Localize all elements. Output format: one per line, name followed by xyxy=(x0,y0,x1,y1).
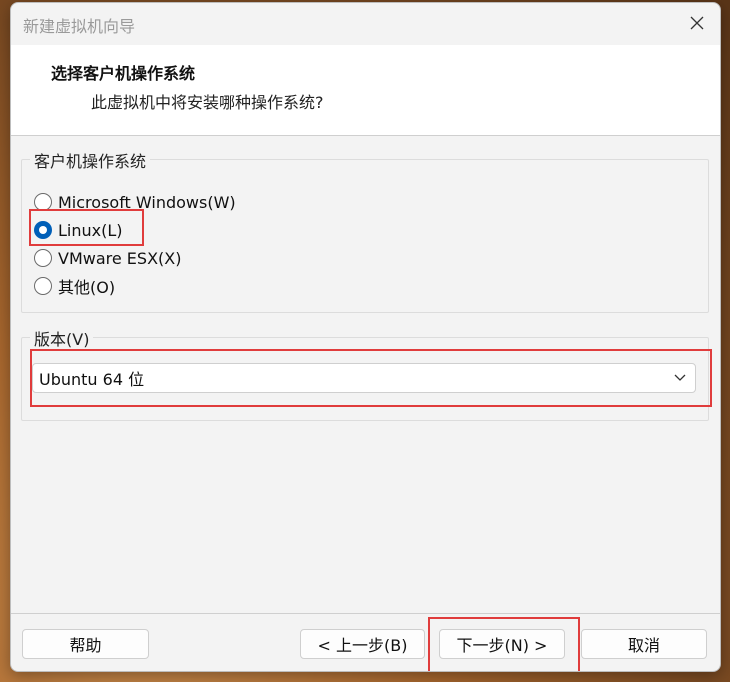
help-button[interactable]: 帮助 xyxy=(22,629,149,659)
version-legend: 版本(V) xyxy=(30,326,94,350)
close-button[interactable] xyxy=(674,3,720,43)
version-select[interactable]: Ubuntu 64 位 xyxy=(32,363,696,393)
radio-label-esx: VMware ESX(X) xyxy=(58,248,182,268)
radio-button-windows[interactable] xyxy=(34,193,52,211)
radio-button-esx[interactable] xyxy=(34,249,52,267)
radio-dot xyxy=(39,226,47,234)
radio-label-windows: Microsoft Windows(W) xyxy=(58,192,236,212)
page-title: 选择客户机操作系统 xyxy=(51,64,196,83)
back-button[interactable]: < 上一步(B) xyxy=(300,629,425,659)
title-bar: 新建虚拟机向导 xyxy=(11,3,720,43)
next-button[interactable]: 下一步(N) > xyxy=(439,629,565,659)
window-title: 新建虚拟机向导 xyxy=(23,17,136,36)
guest-os-group: 客户机操作系统 Microsoft Windows(W) Linux(L) VM… xyxy=(21,148,709,313)
chevron-down-icon xyxy=(674,374,686,381)
version-selected-value: Ubuntu 64 位 xyxy=(39,370,145,389)
guest-os-legend: 客户机操作系统 xyxy=(30,148,151,172)
radio-esx[interactable]: VMware ESX(X) xyxy=(34,246,181,270)
radio-label-linux: Linux(L) xyxy=(58,220,123,240)
new-vm-wizard-dialog: 新建虚拟机向导 选择客户机操作系统 此虚拟机中将安装哪种操作系统? 客户机操作系… xyxy=(10,2,721,672)
radio-windows[interactable]: Microsoft Windows(W) xyxy=(34,190,236,214)
version-group: 版本(V) Ubuntu 64 位 xyxy=(21,326,709,421)
footer-divider xyxy=(11,613,720,614)
radio-linux[interactable]: Linux(L) xyxy=(34,218,123,242)
close-icon xyxy=(690,16,704,30)
radio-label-other: 其他(O) xyxy=(58,278,116,297)
page-subtitle: 此虚拟机中将安装哪种操作系统? xyxy=(91,93,324,112)
cancel-button[interactable]: 取消 xyxy=(581,629,707,659)
wizard-header: 选择客户机操作系统 此虚拟机中将安装哪种操作系统? xyxy=(11,45,720,136)
radio-button-other[interactable] xyxy=(34,277,52,295)
radio-other[interactable]: 其他(O) xyxy=(34,274,115,298)
radio-button-linux[interactable] xyxy=(34,221,52,239)
